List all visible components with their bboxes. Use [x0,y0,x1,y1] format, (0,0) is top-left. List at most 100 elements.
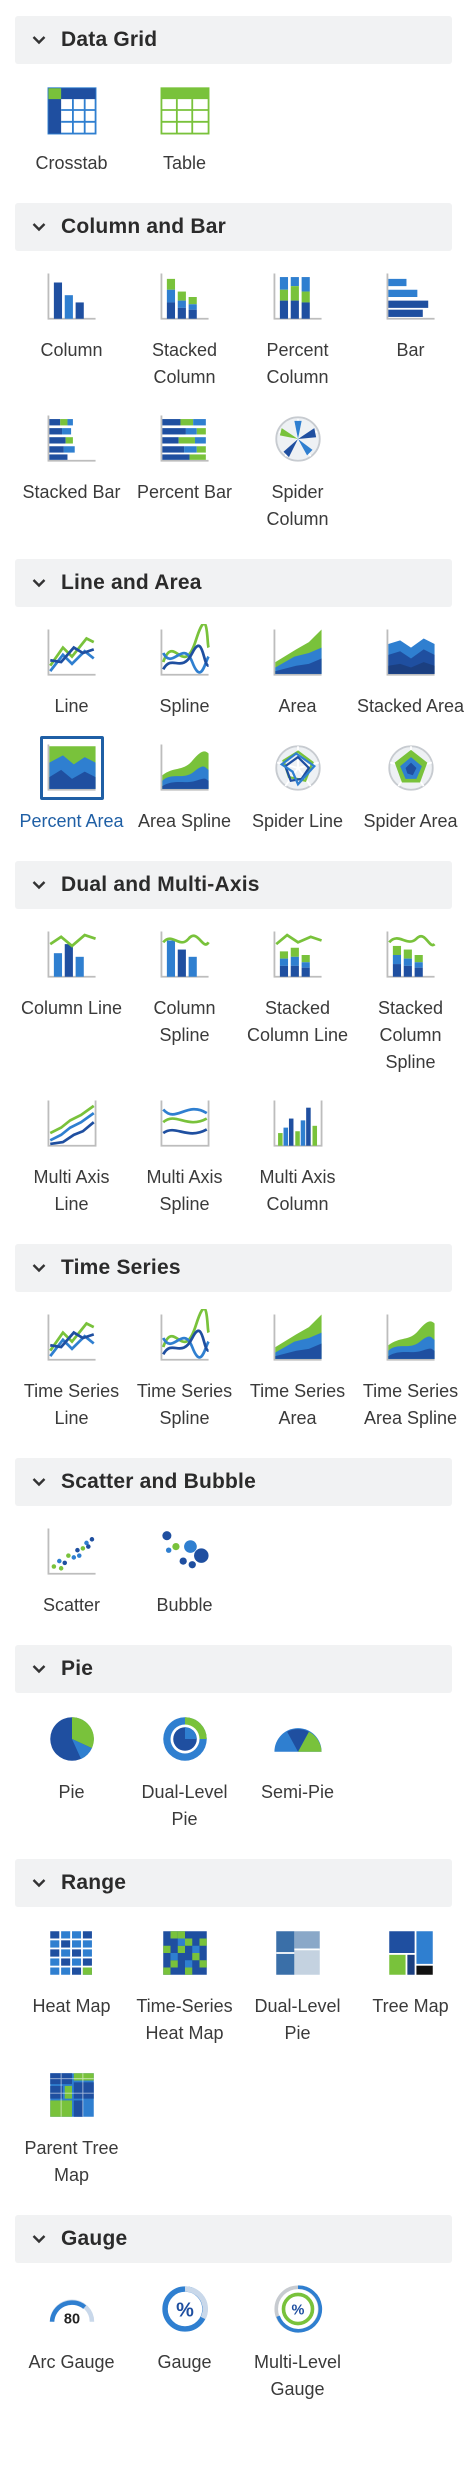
chart-type-option[interactable]: Stacked Bar [15,407,128,549]
chart-type-option[interactable]: Spider Area [354,736,464,851]
multi-axis-column-icon [266,1092,330,1156]
table-icon [153,78,217,142]
chart-type-option[interactable]: Stacked Area [354,621,464,736]
chart-type-option[interactable]: % Multi-Level Gauge [241,2277,354,2419]
section-header[interactable]: Column and Bar [15,203,452,251]
section-header[interactable]: Range [15,1859,452,1907]
chart-type-label: Time Series Area Spline [362,1381,459,1428]
chart-type-option[interactable]: Multi Axis Line [15,1092,128,1234]
chart-type-option[interactable]: % Gauge [128,2277,241,2419]
spline-chart-icon [153,621,217,685]
chart-type-option[interactable]: Stacked Column Spline [354,923,464,1092]
chart-type-label: Gauge [157,2352,212,2372]
section-title: Range [61,1871,127,1894]
chart-type-label: Parent Tree Map [24,2138,119,2185]
section-header[interactable]: Line and Area [15,559,452,607]
time-series-heat-map-icon [153,1921,217,1985]
chart-type-option[interactable]: Semi-Pie [241,1707,354,1849]
spider-area-icon [379,736,443,800]
percent-area-icon [39,736,104,800]
scatter-chart-icon [40,1520,104,1584]
section-dual-and-multi-axis: Dual and Multi-Axis Column Line Column S… [15,861,452,1244]
chart-type-grid: Line Spline Area Stacked Area Percent Ar… [15,607,464,861]
chart-type-option[interactable]: Table [128,78,241,193]
percent-column-icon [266,265,330,329]
chart-type-grid: Scatter Bubble [15,1506,452,1645]
chart-type-option[interactable]: Stacked Column Line [241,923,354,1092]
chart-type-option[interactable]: Time Series Area [241,1306,354,1448]
time-series-area-icon [266,1306,330,1370]
chart-type-label: Multi Axis Line [33,1167,110,1214]
section-header[interactable]: Scatter and Bubble [15,1458,452,1506]
chart-type-option[interactable]: Time Series Line [15,1306,128,1448]
chart-type-option[interactable]: Dual-Level Pie [241,1921,354,2063]
chart-type-option[interactable]: Column [15,265,128,407]
section-header[interactable]: Pie [15,1645,452,1693]
section-data-grid: Data Grid Crosstab Table [15,16,452,203]
chart-type-option[interactable]: Multi Axis Spline [128,1092,241,1234]
chart-type-label: Percent Area [19,811,124,831]
section-header[interactable]: Time Series [15,1244,452,1292]
chart-type-label: Spider Line [251,811,344,831]
chart-type-option[interactable]: Parent Tree Map [15,2063,128,2205]
chart-type-option[interactable]: Heat Map [15,1921,128,2063]
chart-type-option[interactable]: Percent Area [15,736,128,851]
chart-type-label: Time Series Spline [136,1381,233,1428]
chevron-down-icon [29,1258,49,1278]
chart-type-grid: Column Stacked Column Percent Column Bar… [15,251,452,559]
chart-type-option[interactable]: Scatter [15,1520,128,1635]
chart-type-grid: Pie Dual-Level Pie Semi-Pie [15,1693,452,1859]
tree-map-icon [379,1921,443,1985]
section-title: Gauge [61,2227,128,2250]
area-spline-icon [153,736,217,800]
chart-type-option[interactable]: Tree Map [354,1921,464,2063]
chart-type-option[interactable]: Stacked Column [128,265,241,407]
chart-type-option[interactable]: Spider Column [241,407,354,549]
chart-type-label: Time Series Area [249,1381,346,1428]
chart-type-label: Column Spline [153,998,216,1045]
chart-type-option[interactable]: Area Spline [128,736,241,851]
chart-type-option[interactable]: Percent Bar [128,407,241,549]
chart-type-option[interactable]: Time-Series Heat Map [128,1921,241,2063]
chart-type-option[interactable]: Crosstab [15,78,128,193]
chart-type-option[interactable]: Column Spline [128,923,241,1092]
chart-type-option[interactable]: Spider Line [241,736,354,851]
chart-type-label: Spider Area [363,811,458,831]
chart-type-label: Column [40,340,103,360]
chevron-down-icon [29,217,49,237]
chart-type-option[interactable]: Spline [128,621,241,736]
section-time-series: Time Series Time Series Line Time Series… [15,1244,458,1458]
section-line-and-area: Line and Area Line Spline Area Stacked A… [15,559,464,861]
chart-type-option[interactable]: Pie [15,1707,128,1849]
chart-type-label: Stacked Bar [22,482,121,502]
chart-type-option[interactable]: Dual-Level Pie [128,1707,241,1849]
chart-type-label: Stacked Area [356,696,464,716]
heat-map-icon [40,1921,104,1985]
section-range: Range Heat Map Time-Series Heat Map Dual… [15,1859,452,2215]
chart-type-option[interactable]: Time Series Area Spline [354,1306,464,1448]
chart-type-label: Percent Bar [136,482,233,502]
chart-type-option[interactable]: Line [15,621,128,736]
section-column-and-bar: Column and Bar Column Stacked Column Per… [15,203,452,559]
chart-type-option[interactable]: Column Line [15,923,128,1092]
gauge-glyph: % [291,2302,304,2318]
stacked-column-line-icon [266,923,330,987]
chart-type-option[interactable]: Time Series Spline [128,1306,241,1448]
section-header[interactable]: Gauge [15,2215,452,2263]
bar-chart-icon [379,265,443,329]
chart-type-label: Line [54,696,89,716]
section-header[interactable]: Dual and Multi-Axis [15,861,452,909]
section-header[interactable]: Data Grid [15,16,452,64]
chart-type-option[interactable]: Percent Column [241,265,354,407]
parent-tree-map-icon [40,2063,104,2127]
section-title: Scatter and Bubble [61,1470,256,1493]
chart-type-label: Bar [396,340,425,360]
chart-type-option[interactable]: Bar [354,265,464,407]
chart-type-option[interactable]: 80 Arc Gauge [15,2277,128,2419]
chart-type-option[interactable]: Bubble [128,1520,241,1635]
chart-type-option[interactable]: Area [241,621,354,736]
chart-type-label: Scatter [42,1595,101,1615]
dual-level-pie-icon [153,1707,217,1771]
multi-axis-line-icon [40,1092,104,1156]
chart-type-option[interactable]: Multi Axis Column [241,1092,354,1234]
